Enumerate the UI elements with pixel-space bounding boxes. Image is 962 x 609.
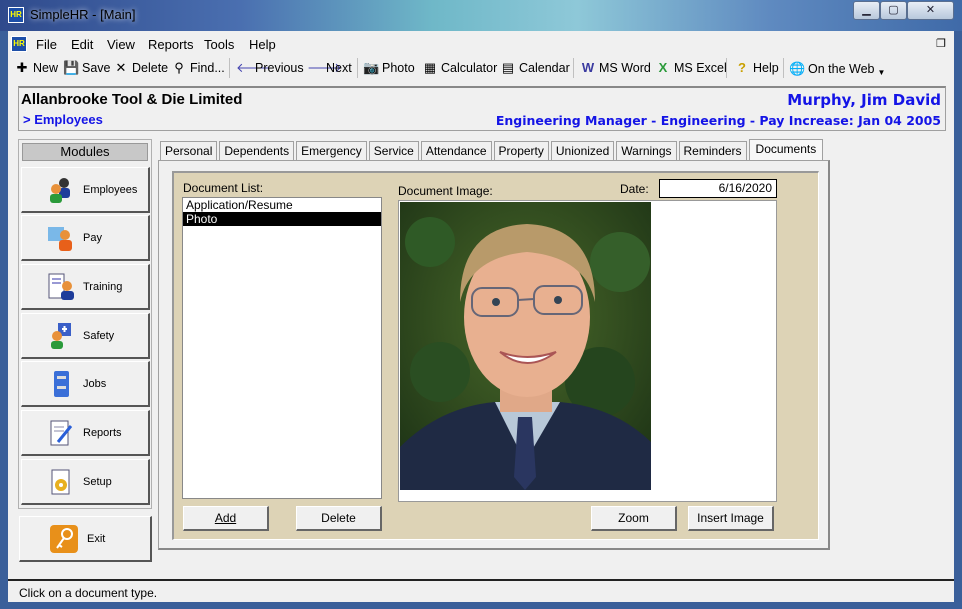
find-button[interactable]: ⚲ Find...: [171, 60, 225, 75]
close-button[interactable]: ✕: [907, 1, 954, 20]
company-name: Allanbrooke Tool & Die Limited: [21, 91, 243, 108]
globe-search-icon: 🌐: [789, 61, 806, 76]
separator: [573, 58, 574, 78]
separator: [726, 58, 727, 78]
menu-view[interactable]: View: [107, 37, 135, 52]
binoculars-icon: ⚲: [174, 60, 184, 75]
modules-title: Modules: [22, 143, 148, 161]
insert-image-button[interactable]: Insert Image: [688, 506, 774, 531]
msword-button[interactable]: W MS Word: [580, 60, 651, 75]
calculator-icon: ▦: [423, 60, 437, 75]
dropdown-arrow-icon[interactable]: ▼: [877, 68, 885, 77]
separator: [357, 58, 358, 78]
module-training[interactable]: Training: [21, 264, 150, 310]
menu-help[interactable]: Help: [249, 37, 276, 52]
employee-photo: [400, 202, 651, 490]
toolbar: ✚ New 💾 Save ✕ Delete ⚲ Find... 🡐 Previous 🡒 N…: [8, 56, 954, 80]
new-button[interactable]: ✚ New: [14, 60, 58, 75]
minimize-button[interactable]: ▁: [853, 1, 880, 20]
mdi-icon: HR: [11, 36, 27, 52]
tab-warnings[interactable]: Warnings: [616, 141, 677, 161]
tab-attendance[interactable]: Attendance: [420, 141, 492, 161]
tab-reminders[interactable]: Reminders: [678, 141, 747, 161]
list-item-selected[interactable]: Photo: [183, 212, 381, 226]
on-the-web-button[interactable]: 🌐 On the Web ▼: [789, 60, 885, 77]
tab-emergency[interactable]: Emergency: [296, 141, 367, 161]
question-icon: ?: [738, 60, 746, 75]
employee-info: Engineering Manager - Engineering - Pay …: [495, 113, 941, 128]
tab-strip: Personal Dependents Emergency Service Attend…: [160, 139, 825, 161]
report-pencil-icon: [50, 420, 73, 445]
tab-property[interactable]: Property: [493, 141, 549, 161]
menu-tools[interactable]: Tools: [204, 37, 234, 52]
menu-edit[interactable]: Edit: [71, 37, 93, 52]
pay-icon: [48, 226, 72, 251]
save-button[interactable]: 💾 Save: [63, 60, 111, 75]
tab-documents[interactable]: Documents: [748, 139, 824, 161]
training-icon: [48, 273, 74, 300]
date-field[interactable]: 6/16/2020: [659, 179, 777, 198]
employee-name: Murphy, Jim David: [787, 91, 941, 109]
status-bar: Click on a document type.: [8, 579, 954, 602]
documents-panel: Document List: Application/Resume Photo …: [172, 171, 819, 540]
arrow-left-icon: 🡐: [236, 60, 271, 75]
menu-bar: HR File Edit View Reports Tools Help ❐: [8, 33, 954, 55]
key-icon: [50, 524, 78, 553]
menu-reports[interactable]: Reports: [148, 37, 194, 52]
x-icon: ✕: [115, 60, 127, 75]
tab-service[interactable]: Service: [368, 141, 419, 161]
delete-document-button[interactable]: Delete: [296, 506, 382, 531]
floppy-icon: 💾: [63, 60, 80, 75]
tab-unionized[interactable]: Unionized: [550, 141, 615, 161]
filing-cabinet-icon: [54, 370, 69, 397]
word-icon: W: [581, 60, 595, 75]
msexcel-button[interactable]: X MS Excel: [655, 60, 727, 75]
tab-personal[interactable]: Personal: [160, 141, 218, 161]
employee-header: Allanbrooke Tool & Die Limited > Employe…: [18, 86, 946, 131]
arrow-right-icon: 🡒: [307, 60, 342, 75]
previous-button[interactable]: 🡐 Previous: [236, 60, 304, 75]
module-jobs[interactable]: Jobs: [21, 361, 150, 407]
add-button[interactable]: Add: [183, 506, 269, 531]
setup-icon: [51, 469, 70, 494]
separator: [229, 58, 230, 78]
maximize-button[interactable]: ▢: [880, 1, 907, 20]
delete-button[interactable]: ✕ Delete: [113, 60, 169, 75]
next-button[interactable]: 🡒 Next: [307, 60, 352, 75]
window-title: SimpleHR - [Main]: [30, 7, 136, 22]
document-image-label: Document Image:: [398, 184, 493, 198]
module-setup[interactable]: Setup: [21, 459, 150, 505]
list-item[interactable]: Application/Resume: [183, 198, 381, 212]
title-bar: HR SimpleHR - [Main] ▁ ▢ ✕: [0, 0, 962, 31]
document-image-box: [398, 200, 777, 502]
date-label: Date:: [620, 182, 649, 196]
documents-tab-panel: Document List: Application/Resume Photo …: [158, 160, 830, 550]
photo-button[interactable]: 📷 Photo: [363, 60, 415, 75]
modules-panel: Modules Employees Pay Training Safety Jo…: [18, 139, 152, 509]
zoom-button[interactable]: Zoom: [591, 506, 677, 531]
main-window: HR File Edit View Reports Tools Help ❐ ✚…: [8, 31, 954, 602]
calculator-button[interactable]: ▦ Calculator: [422, 60, 497, 75]
app-icon: HR: [8, 7, 24, 23]
plus-icon: ✚: [16, 60, 28, 75]
safety-icon: [51, 322, 71, 349]
tab-dependents[interactable]: Dependents: [219, 141, 295, 161]
calendar-icon: ▤: [501, 60, 515, 75]
module-safety[interactable]: Safety: [21, 313, 150, 359]
excel-icon: X: [658, 60, 668, 75]
module-employees[interactable]: Employees: [21, 167, 150, 213]
breadcrumb[interactable]: > Employees: [23, 112, 103, 127]
module-reports[interactable]: Reports: [21, 410, 150, 456]
camera-icon: 📷: [363, 60, 380, 75]
document-list[interactable]: Application/Resume Photo: [182, 197, 382, 499]
menu-file[interactable]: File: [36, 37, 57, 52]
help-button[interactable]: ? Help: [734, 60, 779, 75]
exit-button[interactable]: Exit: [19, 516, 152, 562]
document-list-label: Document List:: [183, 181, 264, 195]
employees-icon: [50, 177, 70, 203]
calendar-button[interactable]: ▤ Calendar: [500, 60, 570, 75]
restore-child-icon[interactable]: ❐: [936, 37, 946, 50]
module-pay[interactable]: Pay: [21, 215, 150, 261]
separator: [783, 58, 784, 78]
